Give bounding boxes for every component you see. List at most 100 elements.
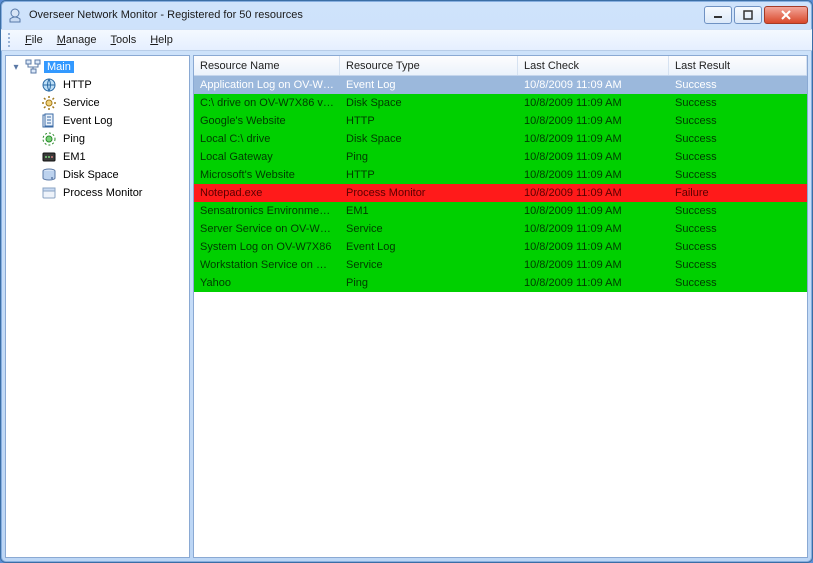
cell-last-check: 10/8/2009 11:09 AM [518, 186, 669, 200]
app-icon [7, 7, 23, 23]
table-row[interactable]: System Log on OV-W7X86Event Log10/8/2009… [194, 238, 807, 256]
menubar-grip[interactable] [8, 33, 14, 47]
tree-item-label: EM1 [60, 151, 89, 163]
cell-last-result: Success [669, 258, 807, 272]
cell-resource-type: Service [340, 258, 518, 272]
cell-last-result: Success [669, 168, 807, 182]
cell-last-check: 10/8/2009 11:09 AM [518, 204, 669, 218]
cell-resource-name: Sensatronics Environmental... [194, 204, 340, 218]
cell-last-check: 10/8/2009 11:09 AM [518, 78, 669, 92]
globe-icon [41, 77, 57, 93]
cell-resource-name: Notepad.exe [194, 186, 340, 200]
cell-resource-type: Process Monitor [340, 186, 518, 200]
cell-resource-type: Service [340, 222, 518, 236]
cell-resource-name: Local C:\ drive [194, 132, 340, 146]
tree-item-ping[interactable]: Ping [24, 130, 187, 148]
cell-last-check: 10/8/2009 11:09 AM [518, 240, 669, 254]
client-area: ▾ Main HTTP Service Event Log Ping EM1 Disk S… [1, 51, 812, 562]
tree-root-main[interactable]: ▾ Main [8, 58, 187, 76]
cell-resource-name: System Log on OV-W7X86 [194, 240, 340, 254]
cell-resource-name: Application Log on OV-W7X86 [194, 78, 340, 92]
cell-resource-name: C:\ drive on OV-W7X86 via ... [194, 96, 340, 110]
tree-spacer [26, 97, 38, 109]
cell-last-check: 10/8/2009 11:09 AM [518, 168, 669, 182]
table-row[interactable]: Notepad.exeProcess Monitor10/8/2009 11:0… [194, 184, 807, 202]
cell-resource-name: Workstation Service on OV-... [194, 258, 340, 272]
cell-last-check: 10/8/2009 11:09 AM [518, 96, 669, 110]
table-row[interactable]: Local GatewayPing10/8/2009 11:09 AMSucce… [194, 148, 807, 166]
column-header-check[interactable]: Last Check [518, 56, 669, 75]
cell-last-result: Success [669, 114, 807, 128]
tree-item-label: Ping [60, 133, 88, 145]
cell-resource-type: HTTP [340, 114, 518, 128]
cell-last-result: Success [669, 150, 807, 164]
tree-spacer [26, 187, 38, 199]
listview-body[interactable]: Application Log on OV-W7X86Event Log10/8… [194, 76, 807, 557]
cell-resource-type: EM1 [340, 204, 518, 218]
cell-resource-name: Yahoo [194, 276, 340, 290]
table-row[interactable]: Google's WebsiteHTTP10/8/2009 11:09 AMSu… [194, 112, 807, 130]
table-row[interactable]: C:\ drive on OV-W7X86 via ...Disk Space1… [194, 94, 807, 112]
collapse-icon[interactable]: ▾ [10, 61, 22, 73]
tree-spacer [26, 151, 38, 163]
app-window: Overseer Network Monitor - Registered fo… [0, 0, 813, 563]
tree-item-http[interactable]: HTTP [24, 76, 187, 94]
column-header-name[interactable]: Resource Name [194, 56, 340, 75]
tree-item-disk-space[interactable]: Disk Space [24, 166, 187, 184]
table-row[interactable]: Microsoft's WebsiteHTTP10/8/2009 11:09 A… [194, 166, 807, 184]
network-icon [25, 59, 41, 75]
cell-last-result: Success [669, 78, 807, 92]
cell-last-result: Failure [669, 186, 807, 200]
cell-last-check: 10/8/2009 11:09 AM [518, 132, 669, 146]
titlebar[interactable]: Overseer Network Monitor - Registered fo… [1, 1, 812, 29]
tree-item-label: Process Monitor [60, 187, 145, 199]
table-row[interactable]: Application Log on OV-W7X86Event Log10/8… [194, 76, 807, 94]
gear-icon [41, 95, 57, 111]
table-row[interactable]: Local C:\ driveDisk Space10/8/2009 11:09… [194, 130, 807, 148]
column-header-type[interactable]: Resource Type [340, 56, 518, 75]
table-row[interactable]: YahooPing10/8/2009 11:09 AMSuccess [194, 274, 807, 292]
menu-tools[interactable]: Tools [105, 32, 143, 48]
cell-resource-type: Disk Space [340, 132, 518, 146]
cell-resource-type: Event Log [340, 78, 518, 92]
cell-last-check: 10/8/2009 11:09 AM [518, 276, 669, 290]
maximize-button[interactable] [734, 6, 762, 24]
cell-resource-type: Event Log [340, 240, 518, 254]
tree-root-label: Main [44, 61, 74, 73]
cell-resource-name: Google's Website [194, 114, 340, 128]
table-row[interactable]: Workstation Service on OV-...Service10/8… [194, 256, 807, 274]
table-row[interactable]: Server Service on OV-W7X86Service10/8/20… [194, 220, 807, 238]
cell-last-result: Success [669, 96, 807, 110]
menu-manage[interactable]: Manage [51, 32, 103, 48]
menu-file[interactable]: File [19, 32, 49, 48]
tree-item-process-monitor[interactable]: Process Monitor [24, 184, 187, 202]
tree-panel[interactable]: ▾ Main HTTP Service Event Log Ping EM1 Disk S… [5, 55, 190, 558]
tree-item-service[interactable]: Service [24, 94, 187, 112]
listview-panel: Resource Name Resource Type Last Check L… [193, 55, 808, 558]
listview-header: Resource Name Resource Type Last Check L… [194, 56, 807, 76]
cell-last-result: Success [669, 204, 807, 218]
cell-last-check: 10/8/2009 11:09 AM [518, 114, 669, 128]
minimize-button[interactable] [704, 6, 732, 24]
column-header-result[interactable]: Last Result [669, 56, 807, 75]
window-title: Overseer Network Monitor - Registered fo… [29, 9, 704, 21]
close-button[interactable] [764, 6, 808, 24]
menu-help[interactable]: Help [144, 32, 179, 48]
ping-icon [41, 131, 57, 147]
tree-item-event-log[interactable]: Event Log [24, 112, 187, 130]
cell-last-result: Success [669, 132, 807, 146]
cell-last-result: Success [669, 222, 807, 236]
tree-item-label: Disk Space [60, 169, 122, 181]
cell-last-check: 10/8/2009 11:09 AM [518, 150, 669, 164]
tree-item-label: Service [60, 97, 103, 109]
tree-spacer [26, 169, 38, 181]
window-controls [704, 6, 808, 24]
tree-item-em1[interactable]: EM1 [24, 148, 187, 166]
cell-resource-type: Ping [340, 276, 518, 290]
tree-spacer [26, 133, 38, 145]
tree-item-label: Event Log [60, 115, 116, 127]
table-row[interactable]: Sensatronics Environmental...EM110/8/200… [194, 202, 807, 220]
tree-children: HTTP Service Event Log Ping EM1 Disk Space Pro… [8, 76, 187, 202]
tree-item-label: HTTP [60, 79, 95, 91]
tree-spacer [26, 79, 38, 91]
